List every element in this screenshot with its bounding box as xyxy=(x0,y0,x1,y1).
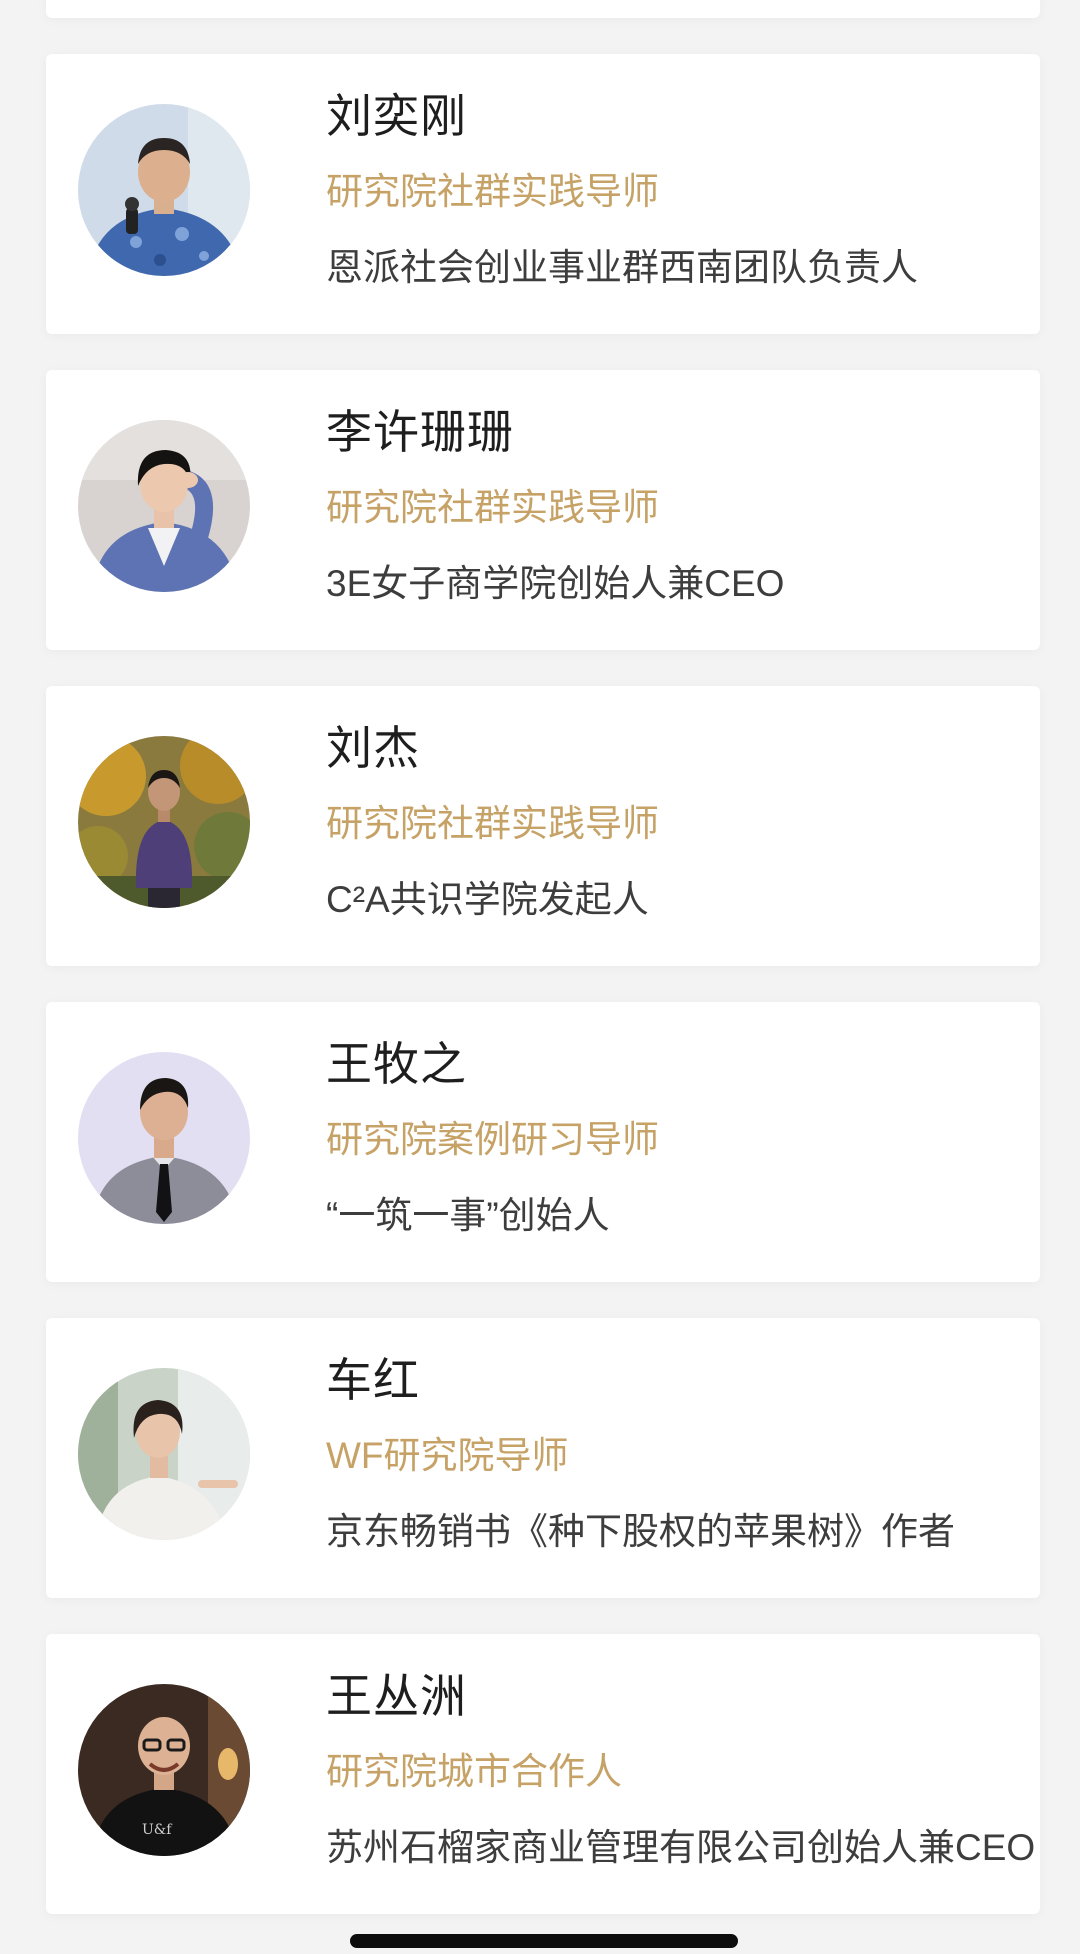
mentor-avatar xyxy=(78,736,250,908)
mentor-name: 刘杰 xyxy=(326,722,420,774)
mentor-avatar xyxy=(78,1368,250,1540)
mentor-avatar xyxy=(78,104,250,276)
mentor-card[interactable]: 刘杰 研究院社群实践导师 C²A共识学院发起人 xyxy=(46,686,1040,966)
previous-mentor-card xyxy=(46,0,1040,18)
mentor-card[interactable]: U&f 王丛洲 研究院城市合作人 苏州石榴家商业管理有限公司创始人兼CEO xyxy=(46,1634,1040,1914)
svg-text:U&f: U&f xyxy=(142,1822,173,1838)
mentor-name: 刘奕刚 xyxy=(326,90,467,142)
mentor-role: 研究院城市合作人 xyxy=(326,1751,622,1792)
mentor-description: 3E女子商学院创始人兼CEO xyxy=(326,563,785,604)
mentor-name: 李许珊珊 xyxy=(326,406,514,458)
mentor-description: C²A共识学院发起人 xyxy=(326,879,649,920)
mentor-card[interactable]: 王牧之 研究院案例研习导师 “一筑一事”创始人 xyxy=(46,1002,1040,1282)
mentor-avatar xyxy=(78,1052,250,1224)
mentor-name: 王丛洲 xyxy=(326,1670,467,1722)
mentor-description: 苏州石榴家商业管理有限公司创始人兼CEO xyxy=(326,1827,1036,1868)
mentor-role: 研究院社群实践导师 xyxy=(326,487,659,528)
home-indicator[interactable] xyxy=(350,1934,738,1948)
mentor-description: “一筑一事”创始人 xyxy=(326,1195,610,1236)
mentor-card[interactable]: 车红 WF研究院导师 京东畅销书《种下股权的苹果树》作者 xyxy=(46,1318,1040,1598)
mentor-avatar: U&f xyxy=(78,1684,250,1856)
mentor-name: 王牧之 xyxy=(326,1038,467,1090)
mentor-avatar xyxy=(78,420,250,592)
mentor-role: 研究院社群实践导师 xyxy=(326,171,659,212)
mentor-card[interactable]: 李许珊珊 研究院社群实践导师 3E女子商学院创始人兼CEO xyxy=(46,370,1040,650)
mentor-description: 恩派社会创业事业群西南团队负责人 xyxy=(326,247,918,288)
mentor-name: 车红 xyxy=(326,1354,420,1406)
mentor-card[interactable]: 刘奕刚 研究院社群实践导师 恩派社会创业事业群西南团队负责人 xyxy=(46,54,1040,334)
mentor-role: 研究院案例研习导师 xyxy=(326,1119,659,1160)
mentor-role: WF研究院导师 xyxy=(326,1435,569,1476)
mentor-role: 研究院社群实践导师 xyxy=(326,803,659,844)
mentor-description: 京东畅销书《种下股权的苹果树》作者 xyxy=(326,1511,955,1552)
